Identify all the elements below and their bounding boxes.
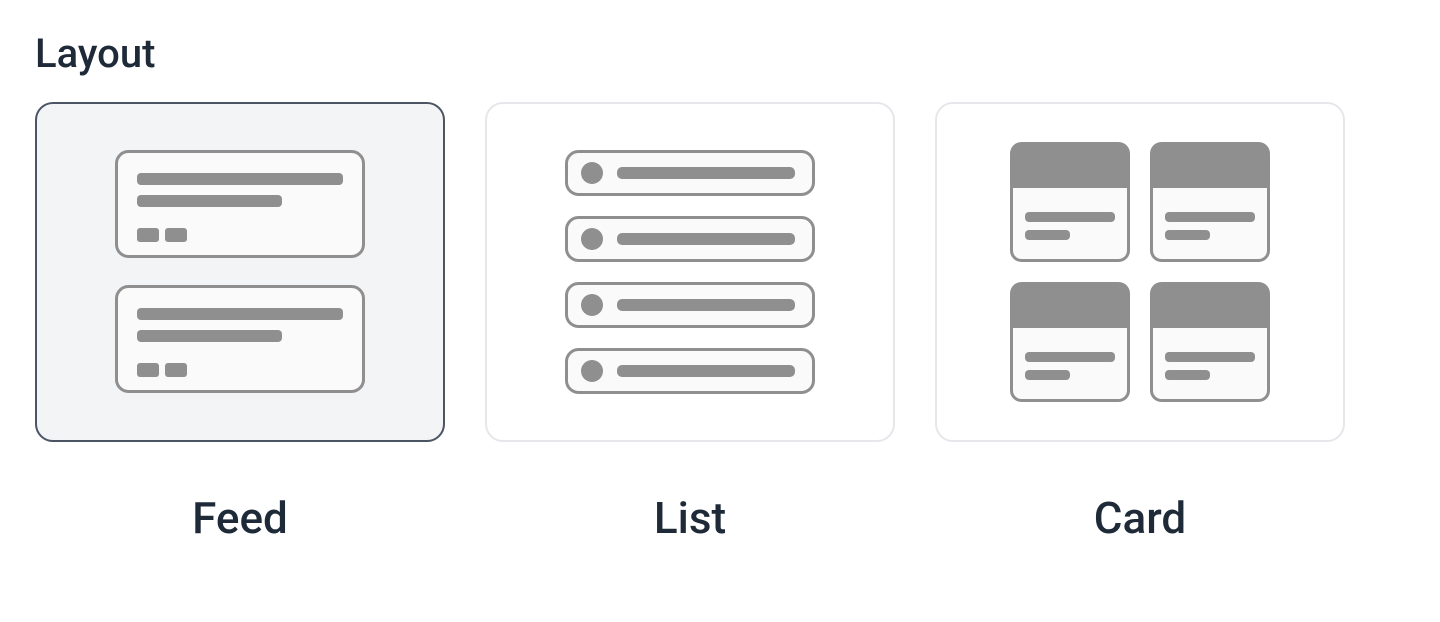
layout-option-card-preview[interactable]: [935, 102, 1345, 442]
layout-option-list-preview[interactable]: [485, 102, 895, 442]
card-icon: [1010, 142, 1270, 402]
layout-option-list-label: List: [654, 492, 726, 544]
layout-option-card-label: Card: [1094, 492, 1186, 544]
layout-option-feed: Feed: [35, 102, 445, 544]
list-icon: [565, 150, 815, 395]
feed-icon: [115, 150, 365, 395]
layout-option-feed-label: Feed: [192, 492, 288, 544]
layout-options: Feed: [35, 102, 1405, 544]
layout-option-feed-preview[interactable]: [35, 102, 445, 442]
layout-option-card: Card: [935, 102, 1345, 544]
layout-option-list: List: [485, 102, 895, 544]
section-title: Layout: [35, 30, 1405, 77]
